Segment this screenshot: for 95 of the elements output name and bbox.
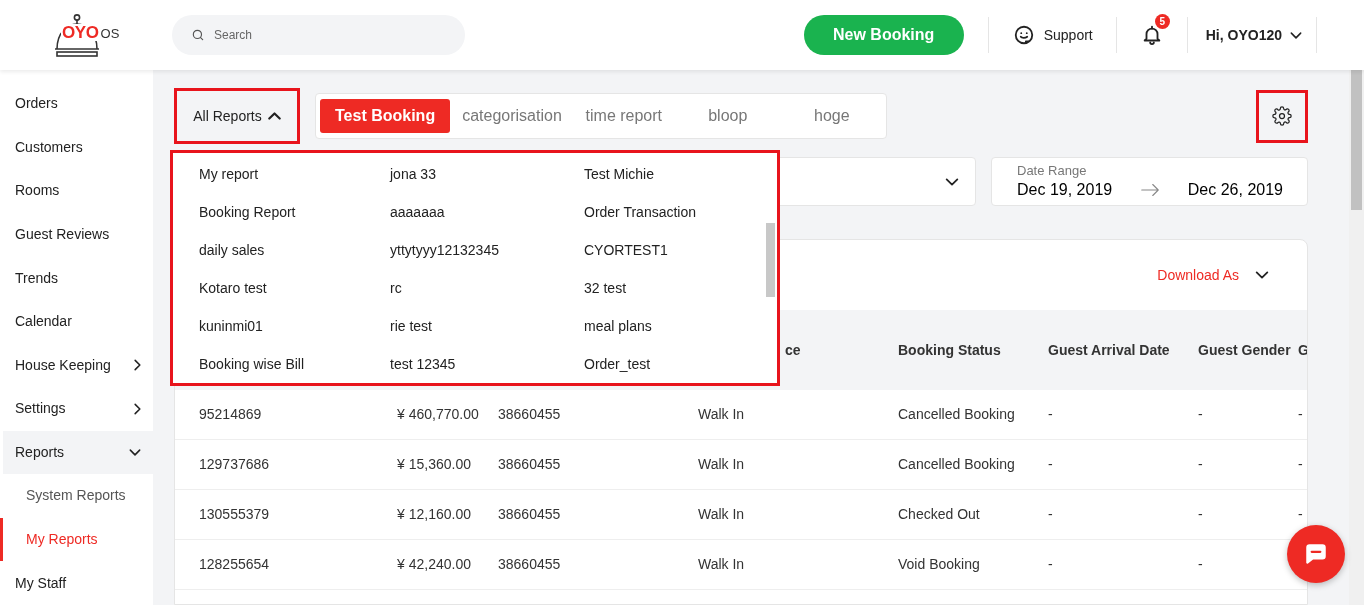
chevron-down-icon [129, 448, 141, 456]
date-text: Dec 26, 2019 [1187, 179, 1283, 200]
support-button[interactable]: Support [1012, 24, 1093, 46]
table-cell: Void Booking [898, 556, 980, 572]
menu-item[interactable]: Kotaro test [199, 277, 267, 299]
chevron-right-icon [134, 402, 141, 415]
table-cell: - [1298, 456, 1303, 472]
table-cell: - [1198, 556, 1203, 572]
table-cell: - [1048, 456, 1053, 472]
settings-button[interactable] [1256, 89, 1308, 143]
table-cell: - [1048, 406, 1053, 422]
chat-button[interactable] [1287, 525, 1345, 583]
report-picker[interactable]: All Reports [174, 88, 300, 144]
date-text: Dec 19, 2019 [1017, 179, 1113, 200]
sidebar-item[interactable]: Calendar [0, 299, 153, 344]
table-cell: Walk In [698, 456, 745, 472]
table-cell: - [1298, 406, 1303, 422]
menu-item[interactable]: My report [199, 163, 259, 185]
menu-item[interactable]: rc [390, 277, 402, 299]
search-icon [191, 28, 205, 42]
logo-text: OS [100, 27, 120, 40]
column-header: Guest Arrival Date [1048, 341, 1170, 358]
menu-item[interactable]: Booking wise Bill [199, 353, 305, 375]
column-header: ce [785, 341, 801, 358]
sidebar-item[interactable]: Customers [0, 125, 153, 170]
table-cell: 129737686 [199, 456, 270, 472]
chevron-right-icon [134, 359, 141, 372]
user-menu[interactable]: Hi, OYO120 [1205, 24, 1302, 46]
sidebar-subitem[interactable]: System Reports [0, 474, 153, 518]
table-cell: 95214869 [199, 406, 262, 422]
table-cell: Walk In [698, 406, 745, 422]
logo-text: OYO [62, 24, 99, 41]
field-label: Date Range [1017, 162, 1088, 179]
sidebar-item[interactable]: Trends [0, 256, 153, 300]
sidebar-item[interactable]: Settings [3, 387, 153, 431]
menu-item[interactable]: meal plans [584, 315, 652, 337]
table-cell: - [1048, 556, 1053, 572]
column-header: Booking Status [898, 341, 1001, 358]
scrollbar[interactable] [1349, 70, 1364, 605]
menu-item[interactable]: kuninmi01 [199, 315, 263, 337]
table-cell: ¥ 42,240.00 [397, 556, 471, 572]
sidebar-item[interactable]: House Keeping [3, 343, 153, 388]
table-cell: ¥ 15,360.00 [397, 456, 471, 472]
table-cell: 38660455 [498, 456, 561, 472]
menu-item[interactable]: rie test [390, 315, 432, 337]
table-cell: ¥ 460,770.00 [397, 406, 479, 422]
table-cell: 38660455 [498, 506, 561, 522]
table-cell: - [1048, 506, 1053, 522]
table-cell: - [1198, 456, 1203, 472]
menu-item[interactable]: 32 test [584, 277, 627, 299]
table-cell: 128255654 [199, 556, 270, 572]
menu-item[interactable]: Test Michie [584, 163, 655, 185]
table-cell: Cancelled Booking [898, 456, 1015, 472]
menu-item[interactable]: jona 33 [390, 163, 436, 185]
table-cell: - [1298, 506, 1303, 522]
table-cell: Checked Out [898, 506, 980, 522]
download-menu[interactable]: Download As [1157, 264, 1269, 286]
date-range-field[interactable]: Date Range Dec 19, 2019 Dec 26, 2019 [991, 157, 1308, 206]
report-tab[interactable]: time report [573, 99, 674, 133]
chevron-up-icon [267, 112, 281, 120]
settings-icon [1272, 106, 1292, 126]
chevron-down-icon [945, 177, 959, 186]
report-tab[interactable]: hoge [781, 99, 882, 133]
table-cell: - [1198, 406, 1203, 422]
table-cell: Walk In [698, 556, 745, 572]
menu-item[interactable]: CYORTEST1 [584, 239, 668, 261]
menu-item[interactable]: Booking Report [199, 201, 296, 223]
menu-item[interactable]: daily sales [199, 239, 265, 261]
table-cell: Walk In [698, 506, 745, 522]
chat-bubble-icon [1303, 541, 1329, 567]
menu-item[interactable]: Order_test [584, 353, 651, 375]
menu-item[interactable]: yttytyyy12132345 [390, 239, 499, 261]
chevron-down-icon [1290, 31, 1302, 39]
sidebar-subitem[interactable]: My Reports [0, 517, 153, 562]
sidebar-item[interactable]: My Staff [0, 561, 153, 605]
sidebar-item[interactable]: Reports [3, 430, 153, 475]
table-cell: - [1198, 506, 1203, 522]
report-tab[interactable]: Test Booking [320, 99, 451, 133]
menu-item[interactable]: test 12345 [390, 353, 456, 375]
sidebar-item[interactable]: Orders [0, 82, 153, 126]
table-cell: 130555379 [199, 506, 270, 522]
report-tab[interactable]: categorisation [454, 99, 570, 133]
column-header: Guest Gender [1198, 341, 1291, 358]
table-cell: Cancelled Booking [898, 406, 1015, 422]
table-cell: 38660455 [498, 406, 561, 422]
menu-item[interactable]: Order Transaction [584, 201, 697, 223]
sidebar-item[interactable]: Guest Reviews [0, 212, 153, 257]
notification-badge: 5 [1154, 14, 1170, 29]
report-tab[interactable]: bloop [677, 99, 778, 133]
table-cell: ¥ 12,160.00 [397, 506, 471, 522]
menu-item[interactable]: aaaaaaa [390, 201, 445, 223]
table-cell: 38660455 [498, 556, 561, 572]
chevron-down-icon [1255, 271, 1269, 279]
sidebar-item[interactable]: Rooms [0, 169, 153, 213]
search-field[interactable]: Search [172, 15, 465, 55]
